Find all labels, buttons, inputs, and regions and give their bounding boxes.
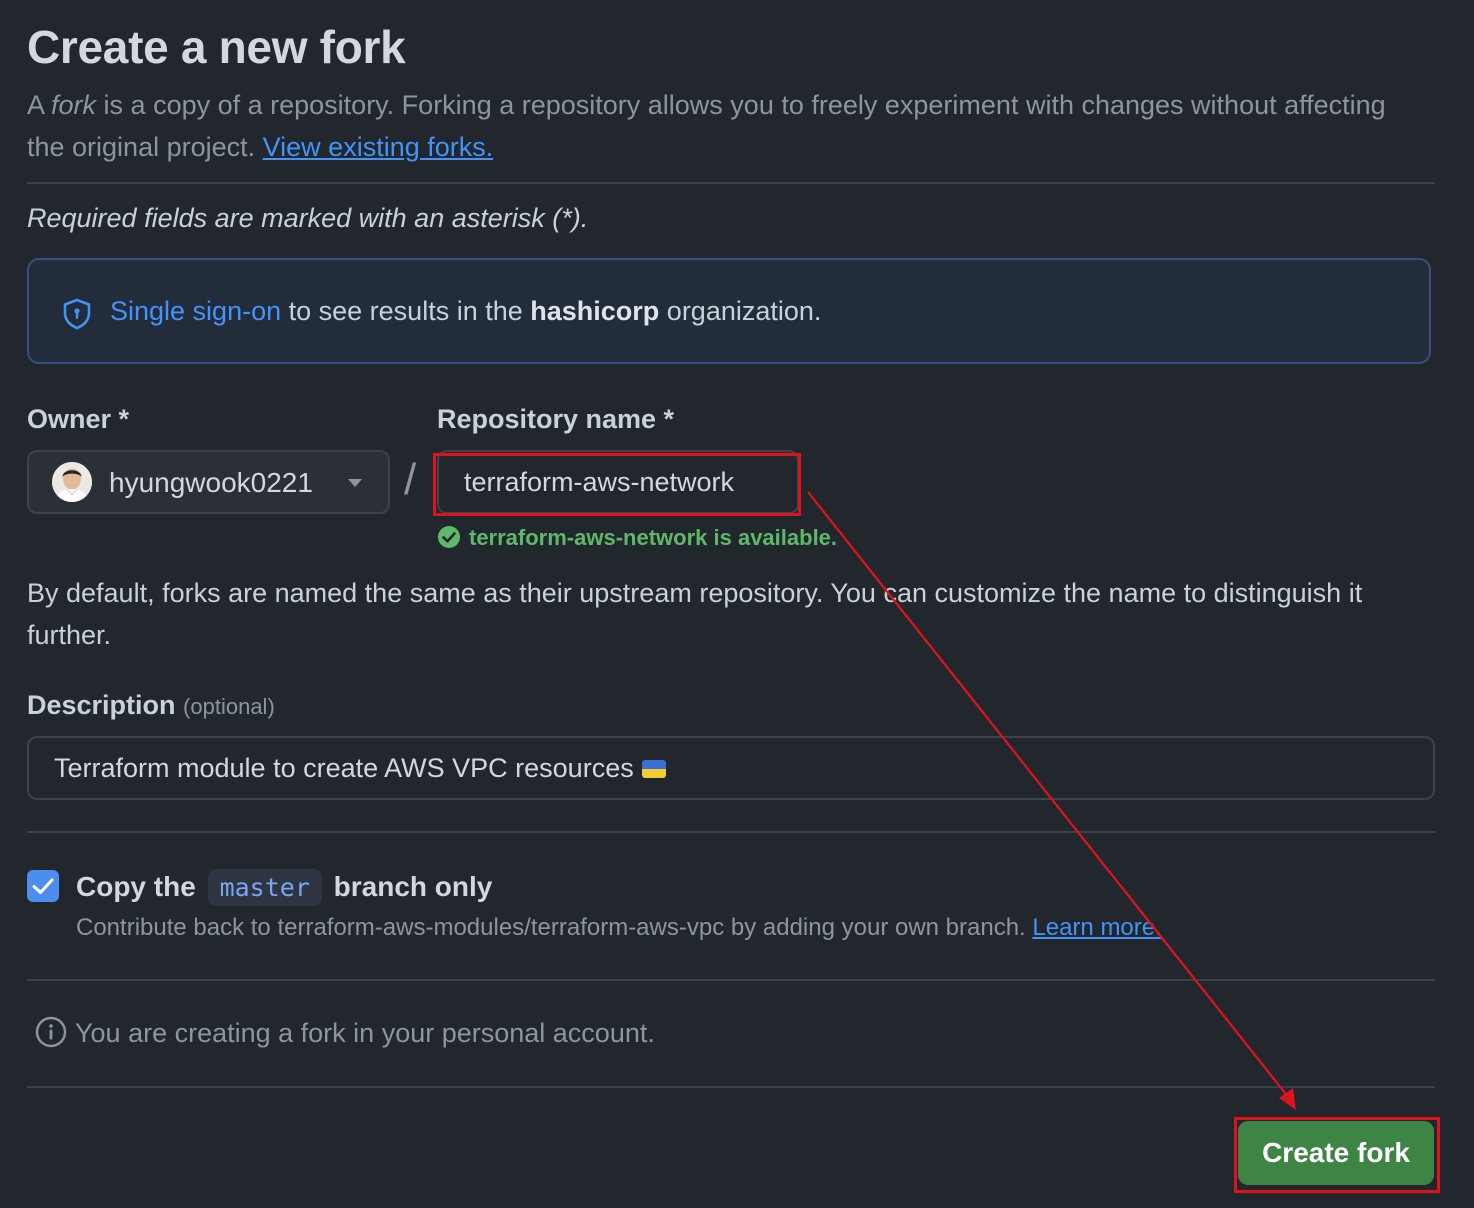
sso-banner: Single sign-on to see results in the has… bbox=[27, 258, 1431, 364]
divider bbox=[27, 182, 1435, 184]
sso-text-before: to see results in the bbox=[281, 296, 531, 326]
annotation-highlight-repository bbox=[433, 453, 801, 516]
check-circle-icon bbox=[438, 526, 460, 548]
owner-value: hyungwook0221 bbox=[109, 467, 313, 498]
fork-page: Create a new fork A fork is a copy of a … bbox=[0, 0, 1474, 1208]
divider bbox=[27, 1086, 1435, 1088]
copy-branch-description: Contribute back to terraform-aws-modules… bbox=[76, 914, 1162, 942]
chevron-down-icon bbox=[348, 479, 362, 487]
learn-more-link[interactable]: Learn more. bbox=[1032, 914, 1161, 941]
fork-naming-help: By default, forks are named the same as … bbox=[27, 578, 1363, 650]
availability-message: terraform-aws-network is available. bbox=[437, 525, 837, 551]
shield-icon bbox=[63, 298, 91, 330]
copy-branch-label: Copy the master branch only bbox=[76, 869, 492, 906]
branch-name-chip: master bbox=[207, 869, 322, 906]
intro-fork-word: fork bbox=[51, 90, 97, 120]
avatar bbox=[52, 462, 92, 502]
description-value: Terraform module to create AWS VPC resou… bbox=[54, 753, 666, 784]
checkmark-icon bbox=[32, 878, 54, 894]
sso-org-name: hashicorp bbox=[530, 296, 660, 326]
sso-message: Single sign-on to see results in the has… bbox=[110, 296, 821, 327]
owner-select[interactable]: hyungwook0221 bbox=[27, 450, 390, 514]
intro-text: A fork is a copy of a repository. Forkin… bbox=[27, 84, 1427, 168]
single-sign-on-link[interactable]: Single sign-on bbox=[110, 296, 281, 326]
intro-body: is a copy of a repository. Forking a rep… bbox=[27, 90, 1386, 162]
ukraine-flag-icon bbox=[641, 760, 666, 778]
copy-branch-sub-text: Contribute back to terraform-aws-modules… bbox=[76, 914, 1033, 941]
description-text: Terraform module to create AWS VPC resou… bbox=[54, 753, 634, 783]
personal-account-text: You are creating a fork in your personal… bbox=[75, 1018, 655, 1048]
owner-label: Owner * bbox=[27, 404, 130, 434]
description-input[interactable]: Terraform module to create AWS VPC resou… bbox=[27, 736, 1435, 800]
divider bbox=[27, 831, 1435, 833]
view-existing-forks-link[interactable]: View existing forks. bbox=[263, 132, 494, 162]
required-fields-note: Required fields are marked with an aster… bbox=[27, 203, 589, 233]
sso-text-after: organization. bbox=[659, 296, 822, 326]
info-icon bbox=[35, 1016, 67, 1048]
repository-name-label: Repository name * bbox=[437, 404, 675, 434]
copy-default-branch-checkbox[interactable] bbox=[27, 870, 59, 902]
personal-account-notice: You are creating a fork in your personal… bbox=[35, 1016, 655, 1049]
page-title: Create a new fork bbox=[27, 21, 406, 73]
copy-branch-prefix: Copy the bbox=[76, 871, 196, 902]
optional-hint: (optional) bbox=[183, 694, 275, 719]
description-label-text: Description bbox=[27, 690, 176, 720]
copy-branch-suffix: branch only bbox=[333, 871, 493, 902]
availability-text: terraform-aws-network is available. bbox=[469, 525, 838, 550]
description-label: Description (optional) bbox=[27, 690, 275, 721]
owner-repo-separator: / bbox=[404, 455, 417, 504]
avatar-image bbox=[52, 462, 92, 502]
annotation-highlight-create-button bbox=[1234, 1117, 1440, 1193]
divider bbox=[27, 979, 1435, 981]
intro-prefix: A bbox=[27, 90, 52, 120]
